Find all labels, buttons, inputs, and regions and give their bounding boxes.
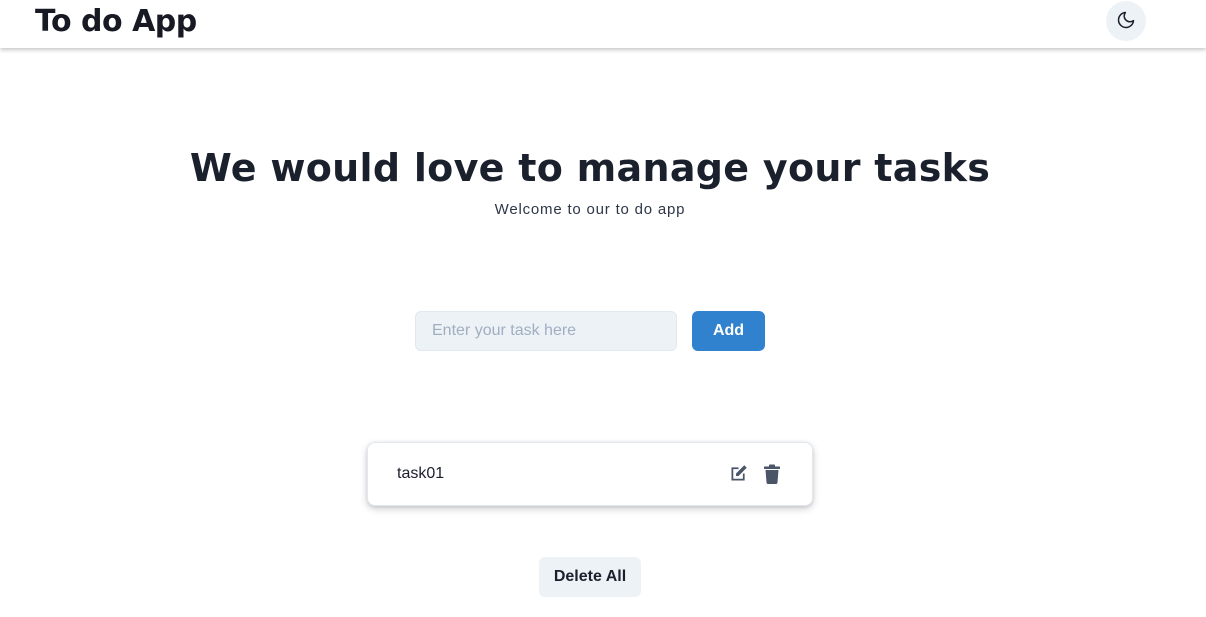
task-text: task01: [397, 465, 445, 482]
edit-icon: [728, 463, 749, 487]
add-task-button[interactable]: Add: [692, 311, 765, 351]
task-input[interactable]: [415, 311, 677, 351]
navbar: To do App: [0, 0, 1206, 48]
theme-toggle-button[interactable]: [1106, 1, 1146, 41]
edit-task-button[interactable]: [726, 463, 750, 487]
app-title: To do App: [35, 4, 197, 39]
task-item: task01: [367, 442, 813, 506]
trash-icon: [763, 464, 781, 487]
moon-icon: [1116, 10, 1136, 33]
page-title: We would love to manage your tasks: [189, 146, 991, 190]
page-subtitle: Welcome to our to do app: [494, 201, 686, 218]
delete-all-button[interactable]: Delete All: [539, 557, 641, 597]
delete-task-button[interactable]: [760, 463, 784, 487]
